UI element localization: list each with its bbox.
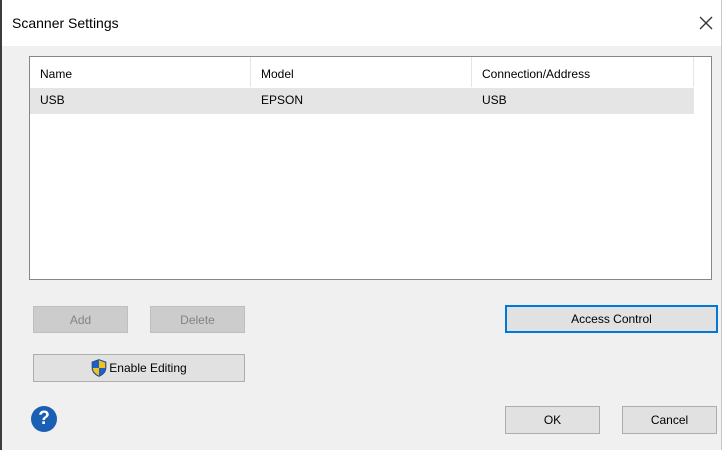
delete-button[interactable]: Delete <box>150 306 245 333</box>
help-icon[interactable]: ? <box>31 406 57 432</box>
title-bar: Scanner Settings <box>2 0 721 46</box>
ok-button[interactable]: OK <box>505 406 600 434</box>
column-header-model[interactable]: Model <box>251 57 472 87</box>
enable-editing-label: Enable Editing <box>109 361 187 375</box>
close-icon <box>699 16 713 30</box>
column-header-name[interactable]: Name <box>30 57 251 87</box>
table-row[interactable]: USB EPSON USB <box>30 88 694 114</box>
cell-model: EPSON <box>261 93 304 107</box>
list-header: Name Model Connection/Address <box>30 57 694 87</box>
uac-shield-icon <box>91 359 107 377</box>
cancel-button[interactable]: Cancel <box>622 406 717 434</box>
column-header-connection[interactable]: Connection/Address <box>472 57 694 87</box>
enable-editing-button[interactable]: Enable Editing <box>33 354 245 382</box>
add-button[interactable]: Add <box>33 306 128 333</box>
window-title: Scanner Settings <box>12 15 119 31</box>
access-control-button[interactable]: Access Control <box>505 305 718 333</box>
close-button[interactable] <box>691 8 721 38</box>
scanner-settings-window: Scanner Settings Name Model Connection/A… <box>0 0 722 450</box>
cell-name: USB <box>40 93 65 107</box>
cell-connection: USB <box>482 93 507 107</box>
scanner-list[interactable]: Name Model Connection/Address USB EPSON … <box>29 56 712 280</box>
